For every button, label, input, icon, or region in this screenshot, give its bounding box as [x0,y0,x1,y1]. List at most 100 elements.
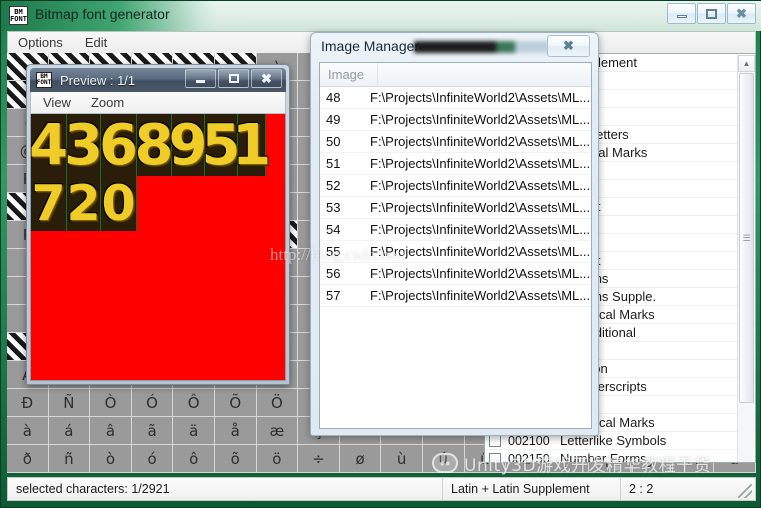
character-cell[interactable]: ö [256,445,299,473]
preview-glyph: 9 [168,114,208,178]
table-row[interactable]: 50 F:\Projects\InfiniteWorld2\Assets\ML..… [320,131,591,153]
character-cell[interactable]: ó [131,445,174,473]
close-button[interactable]: ✖ [727,3,756,24]
table-row[interactable]: 51 F:\Projects\InfiniteWorld2\Assets\ML..… [320,153,591,175]
preview-menu-view[interactable]: View [43,95,71,110]
preview-glyph-row: 720 [31,175,285,232]
scroll-up-button[interactable]: ▲ [738,55,755,72]
preview-glyph-row: 4368951 [30,114,285,178]
block-checkbox[interactable] [489,452,501,462]
table-row[interactable]: 56 F:\Projects\InfiniteWorld2\Assets\ML..… [320,263,591,285]
image-id-cell: 57 [326,288,341,303]
character-cell[interactable]: â [90,417,132,445]
preview-logo-line2: FONT [36,79,52,86]
character-cell[interactable]: å [214,417,257,445]
character-cell[interactable]: Ô [173,389,215,417]
maximize-button[interactable] [697,3,726,24]
image-id-cell: 50 [326,134,341,149]
preview-glyph: 3 [64,114,103,178]
preview-close-button[interactable]: ✖ [251,69,282,88]
minimize-button[interactable] [667,3,696,24]
preview-window-controls: ✖ [183,69,282,88]
preview-titlebar[interactable]: BM FONT Preview : 1/1 ✖ [30,68,286,92]
app-title: Bitmap font generator [35,6,170,22]
table-row[interactable]: 53 F:\Projects\InfiniteWorld2\Assets\ML..… [320,197,591,219]
character-cell[interactable]: ã [131,417,174,445]
preview-glyph: 4 [30,114,68,178]
resize-grip-icon[interactable] [738,484,752,498]
preview-menu-zoom[interactable]: Zoom [91,95,124,110]
maximize-icon [228,74,239,83]
image-path-cell: F:\Projects\InfiniteWorld2\Assets\ML... [370,134,591,149]
preview-glyph: 7 [31,175,67,232]
app-window-controls: ✖ [666,3,756,24]
image-manager-rows[interactable]: 48 F:\Projects\InfiniteWorld2\Assets\ML..… [320,87,591,307]
image-id-cell: 53 [326,200,341,215]
character-cell[interactable]: ä [173,417,215,445]
character-cell[interactable]: Ð [7,389,49,417]
image-manager-title: Image Manager [321,38,420,54]
preview-glyph: 6 [99,114,138,178]
menu-edit[interactable]: Edit [85,35,107,50]
character-cell[interactable]: ñ [48,445,91,473]
character-cell[interactable]: ô [173,445,215,473]
character-cell[interactable]: ð [7,445,49,473]
preview-glyph: 8 [134,114,174,178]
block-code: 002150 [508,451,550,463]
image-path-cell: F:\Projects\InfiniteWorld2\Assets\ML... [370,222,591,237]
preview-glyph: 0 [101,175,137,232]
table-row[interactable]: 57 F:\Projects\InfiniteWorld2\Assets\ML..… [320,285,591,307]
block-label: Number Forms [560,451,647,463]
preview-glyph: 1 [232,114,271,178]
image-manager-titlebar[interactable]: Image Manager ✖ [311,33,598,61]
app-logo-line2: FONT [10,14,27,23]
character-cell[interactable]: à [7,417,49,445]
table-row[interactable]: 48 F:\Projects\InfiniteWorld2\Assets\ML..… [320,87,591,109]
block-panel-scrollbar[interactable]: ▲ ☰ [737,55,755,462]
image-path-cell: F:\Projects\InfiniteWorld2\Assets\ML... [370,288,591,303]
image-path-cell: F:\Projects\InfiniteWorld2\Assets\ML... [370,178,591,193]
character-cell[interactable]: æ [256,417,299,445]
image-id-cell: 49 [326,112,341,127]
preview-canvas[interactable]: 4368951720 [30,114,286,381]
close-icon: ✖ [736,6,747,21]
table-row[interactable]: 54 F:\Projects\InfiniteWorld2\Assets\ML..… [320,219,591,241]
image-path-cell: F:\Projects\InfiniteWorld2\Assets\ML... [370,156,591,171]
scrollbar-thumb[interactable]: ☰ [739,73,754,403]
redacted-title-region [414,41,549,53]
menu-options[interactable]: Options [18,35,63,50]
character-cell[interactable]: ø [339,445,382,473]
preview-maximize-button[interactable] [218,69,249,88]
character-cell[interactable]: Ó [131,389,174,417]
app-statusbar: selected characters: 1/2921 Latin + Lati… [7,477,756,501]
image-path-cell: F:\Projects\InfiniteWorld2\Assets\ML... [370,112,591,127]
image-manager-close-button[interactable]: ✖ [547,35,590,57]
character-cell[interactable]: á [48,417,91,445]
app-titlebar[interactable]: BM FONT Bitmap font generator ✖ [1,1,761,31]
character-cell[interactable]: ÷ [298,445,340,473]
character-cell[interactable]: õ [214,445,257,473]
character-cell[interactable]: Ò [90,389,132,417]
image-manager-window: Image Manager ✖ Image 48 F:\Projects\Infi… [310,32,599,436]
character-cell[interactable]: Õ [214,389,257,417]
minimize-icon [196,80,205,83]
character-cell[interactable]: ù [381,445,423,473]
preview-minimize-button[interactable] [185,69,216,88]
character-cell[interactable]: Ñ [48,389,91,417]
character-cell[interactable]: Ö [256,389,299,417]
column-divider[interactable] [377,63,378,87]
unicode-block-row[interactable]: 002150 Number Forms [485,450,755,463]
block-checkbox[interactable] [489,434,501,447]
character-cell[interactable]: ò [90,445,132,473]
image-id-cell: 51 [326,156,341,171]
table-row[interactable]: 52 F:\Projects\InfiniteWorld2\Assets\ML..… [320,175,591,197]
character-cell[interactable]: ú [422,445,465,473]
preview-window: BM FONT Preview : 1/1 ✖ View Zoom 436895… [26,64,290,385]
column-header-image[interactable]: Image [320,67,364,82]
status-selected-characters: selected characters: 1/2921 [16,482,170,496]
minimize-icon [676,14,687,18]
watermark-url: http://blog.csdn.net/ [270,245,406,264]
close-icon: ✖ [563,38,574,53]
maximize-icon [706,8,717,19]
table-row[interactable]: 49 F:\Projects\InfiniteWorld2\Assets\ML..… [320,109,591,131]
